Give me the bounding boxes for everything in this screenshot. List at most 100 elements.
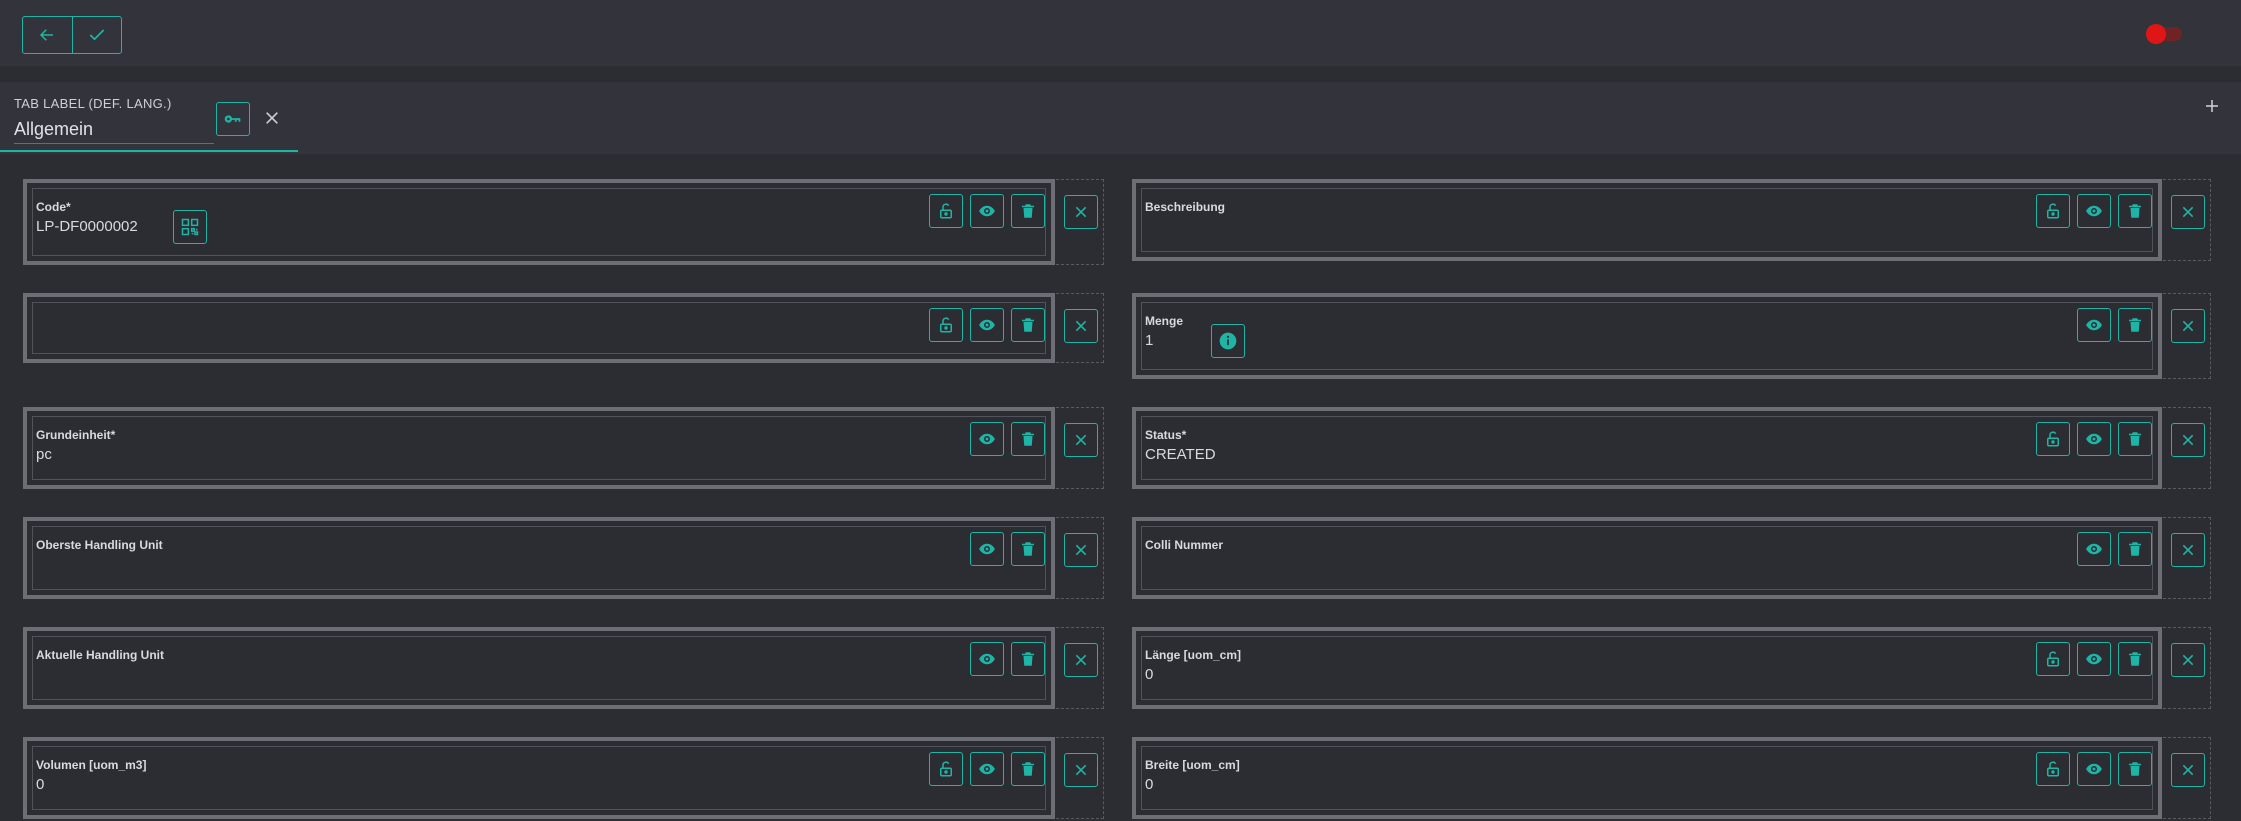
trash-icon [1022, 204, 1034, 218]
delete-button[interactable] [2118, 752, 2152, 786]
field-card[interactable]: Menge 1 [1132, 293, 2162, 379]
remove-field-button[interactable] [1064, 195, 1098, 229]
field-inner-border [1141, 636, 2153, 700]
field-card[interactable]: Aktuelle Handling Unit [23, 627, 1055, 709]
field-inner-border [32, 636, 1046, 700]
remove-field-button[interactable] [1064, 643, 1098, 677]
field-inner-border [1141, 188, 2153, 252]
eye-icon [979, 205, 995, 217]
delete-button[interactable] [2118, 194, 2152, 228]
visibility-button[interactable] [2077, 532, 2111, 566]
field-card[interactable]: Volumen [uom_m3] 0 [23, 737, 1055, 819]
field-value: pc [36, 446, 52, 463]
eye-icon [2086, 653, 2102, 665]
eye-icon [979, 653, 995, 665]
field-card[interactable]: Colli Nummer [1132, 517, 2162, 599]
remove-field-button[interactable] [2171, 309, 2205, 343]
field-label: Menge [1145, 314, 1184, 328]
field-card[interactable]: Oberste Handling Unit [23, 517, 1055, 599]
info-button[interactable] [1211, 324, 1245, 358]
field-slot: Code* LP-DF0000002 [23, 179, 1104, 265]
visibility-button[interactable] [2077, 752, 2111, 786]
close-tab-button[interactable] [262, 104, 282, 132]
remove-field-button[interactable] [2171, 195, 2205, 229]
tab-bar: TAB LABEL (DEF. LANG.) Allgemein [0, 82, 2241, 154]
delete-button[interactable] [1011, 532, 1045, 566]
delete-button[interactable] [1011, 752, 1045, 786]
mode-toggle[interactable] [2146, 24, 2182, 44]
add-tab-button[interactable] [2200, 94, 2224, 118]
confirm-button[interactable] [71, 17, 122, 53]
visibility-button[interactable] [970, 194, 1004, 228]
back-button[interactable] [23, 17, 72, 53]
remove-field-button[interactable] [2171, 533, 2205, 567]
visibility-button[interactable] [970, 308, 1004, 342]
remove-field-button[interactable] [2171, 643, 2205, 677]
field-card[interactable]: Länge [uom_cm] 0 [1132, 627, 2162, 709]
remove-field-button[interactable] [1064, 753, 1098, 787]
field-actions [2036, 422, 2152, 456]
field-card[interactable] [23, 293, 1055, 363]
tab-label-input[interactable]: Allgemein [14, 116, 214, 144]
info-icon [1219, 332, 1237, 350]
eye-icon [979, 319, 995, 331]
visibility-button[interactable] [2077, 308, 2111, 342]
delete-button[interactable] [1011, 194, 1045, 228]
delete-button[interactable] [1011, 422, 1045, 456]
lock-button[interactable] [929, 194, 963, 228]
tab-label-caption: TAB LABEL (DEF. LANG.) [14, 96, 172, 111]
field-slot: Beschreibung [1132, 179, 2211, 261]
trash-icon [2129, 432, 2141, 446]
visibility-button[interactable] [2077, 194, 2111, 228]
lock-button[interactable] [929, 752, 963, 786]
trash-icon [1022, 542, 1034, 556]
field-card[interactable]: Code* LP-DF0000002 [23, 179, 1055, 265]
lock-button[interactable] [929, 308, 963, 342]
field-slot: Colli Nummer [1132, 517, 2211, 599]
field-card[interactable]: Grundeinheit* pc [23, 407, 1055, 489]
active-tab-indicator [0, 150, 298, 152]
delete-button[interactable] [1011, 308, 1045, 342]
field-card[interactable]: Breite [uom_cm] 0 [1132, 737, 2162, 819]
close-icon [1075, 544, 1087, 556]
delete-button[interactable] [2118, 532, 2152, 566]
field-inner-border [32, 526, 1046, 590]
visibility-button[interactable] [2077, 422, 2111, 456]
trash-icon [2129, 652, 2141, 666]
field-actions [929, 308, 1045, 342]
remove-field-button[interactable] [1064, 423, 1098, 457]
close-icon [2182, 654, 2194, 666]
field-actions [970, 422, 1045, 456]
lock-icon [940, 317, 952, 333]
lock-button[interactable] [2036, 642, 2070, 676]
field-label: Grundeinheit* [36, 428, 116, 442]
field-value: LP-DF0000002 [36, 218, 138, 235]
lock-button[interactable] [2036, 752, 2070, 786]
visibility-button[interactable] [970, 532, 1004, 566]
lock-icon [2047, 651, 2059, 667]
delete-button[interactable] [2118, 422, 2152, 456]
translation-key-button[interactable] [216, 102, 250, 136]
visibility-button[interactable] [970, 422, 1004, 456]
toggle-knob [2146, 24, 2166, 44]
field-card[interactable]: Beschreibung [1132, 179, 2162, 261]
lock-button[interactable] [2036, 422, 2070, 456]
delete-button[interactable] [2118, 308, 2152, 342]
delete-button[interactable] [2118, 642, 2152, 676]
field-card[interactable]: Status* CREATED [1132, 407, 2162, 489]
remove-field-button[interactable] [1064, 309, 1098, 343]
delete-button[interactable] [1011, 642, 1045, 676]
field-slot [23, 293, 1104, 363]
field-slot: Menge 1 [1132, 293, 2211, 379]
visibility-button[interactable] [970, 642, 1004, 676]
field-inner-border [32, 302, 1046, 354]
close-icon [266, 112, 278, 124]
visibility-button[interactable] [2077, 642, 2111, 676]
remove-field-button[interactable] [1064, 533, 1098, 567]
lock-button[interactable] [2036, 194, 2070, 228]
qr-code-button[interactable] [173, 210, 207, 244]
visibility-button[interactable] [970, 752, 1004, 786]
remove-field-button[interactable] [2171, 753, 2205, 787]
eye-icon [979, 543, 995, 555]
remove-field-button[interactable] [2171, 423, 2205, 457]
